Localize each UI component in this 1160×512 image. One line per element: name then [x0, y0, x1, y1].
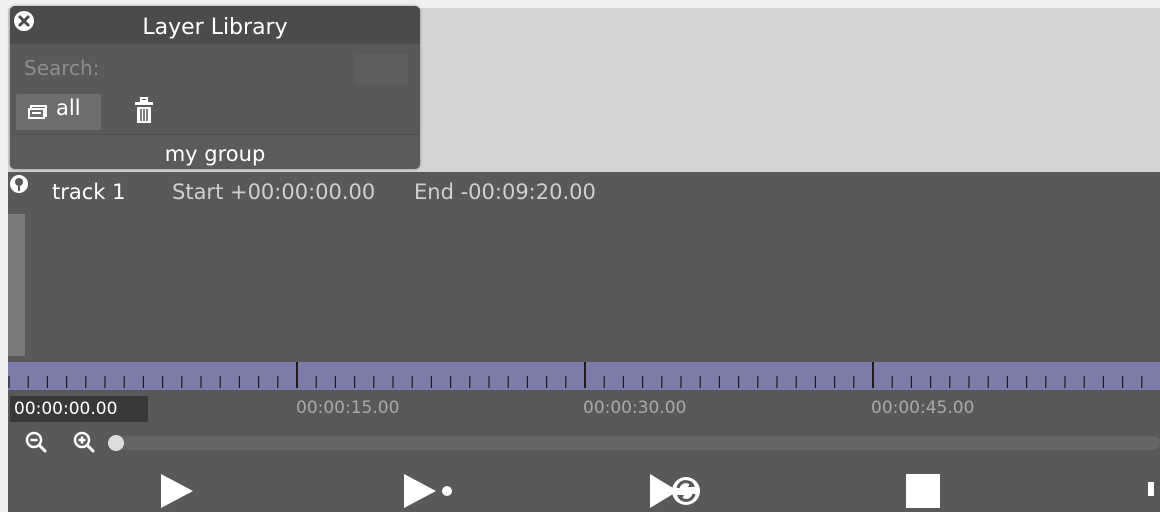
- layers-icon: [28, 105, 47, 119]
- zoom-slider[interactable]: [108, 436, 1160, 450]
- track-start-time: Start +00:00:00.00: [172, 180, 376, 204]
- zoom-in-icon[interactable]: [72, 430, 96, 454]
- layer-library-panel: Layer Library Search: all my group: [10, 6, 420, 169]
- track-scrollbar[interactable]: [8, 214, 25, 356]
- zoom-slider-handle[interactable]: [108, 435, 124, 451]
- next-control[interactable]: [1148, 482, 1154, 496]
- close-icon[interactable]: [13, 10, 35, 32]
- timecode-label: 00:00:30.00: [583, 398, 687, 418]
- search-label: Search:: [24, 56, 100, 80]
- loop-icon[interactable]: [648, 472, 708, 510]
- play-icon[interactable]: [158, 472, 196, 510]
- zoom-out-icon[interactable]: [24, 430, 48, 454]
- timeline-panel: [8, 172, 1160, 512]
- all-layers-label: all: [56, 96, 81, 120]
- track-name[interactable]: track 1: [52, 180, 125, 204]
- stop-icon[interactable]: [906, 474, 940, 508]
- timeline-ruler[interactable]: [8, 362, 1160, 390]
- track-end-time: End -00:09:20.00: [414, 180, 596, 204]
- current-timecode: 00:00:00.00: [10, 396, 148, 422]
- group-label: my group: [164, 142, 266, 166]
- trash-icon[interactable]: [134, 95, 154, 125]
- play-once-icon[interactable]: [402, 472, 458, 510]
- library-title: Layer Library: [142, 15, 288, 40]
- search-input[interactable]: [354, 54, 408, 84]
- pin-icon[interactable]: [9, 174, 29, 194]
- timecode-label: 00:00:45.00: [871, 398, 975, 418]
- timecode-label: 00:00:15.00: [296, 398, 400, 418]
